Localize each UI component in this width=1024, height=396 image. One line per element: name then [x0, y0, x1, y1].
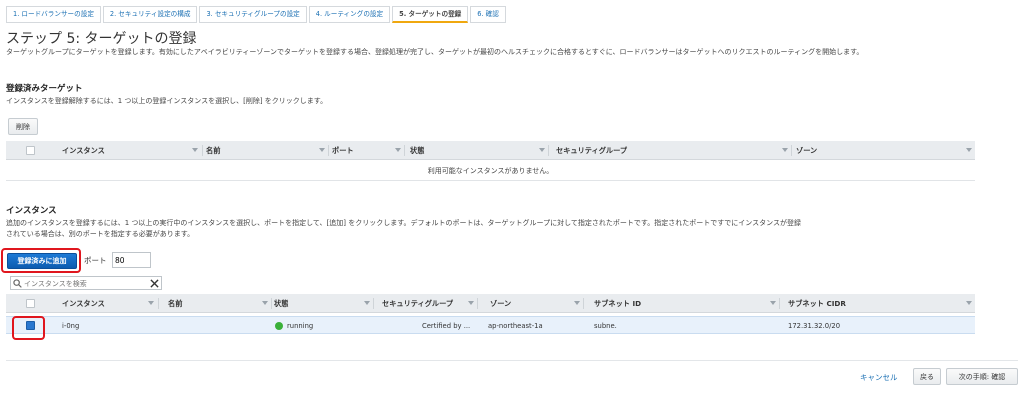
col-name[interactable]: 名前 [206, 141, 220, 160]
wizard-step-5[interactable]: 5. ターゲットの登録 [392, 6, 469, 23]
col-state[interactable]: 状態 [274, 294, 288, 313]
instances-table-header: インスタンス 名前 状態 セキュリティグループ ゾーン サブネット ID サブネ… [6, 294, 975, 313]
col-zone[interactable]: ゾーン [796, 141, 817, 160]
sort-icon[interactable] [468, 301, 474, 305]
sort-icon[interactable] [770, 301, 776, 305]
instances-description-line1: 追加のインスタンスを登録するには、1 つ以上の実行中のインスタンスを選択し、ポー… [6, 219, 802, 227]
page-description: ターゲットグループにターゲットを登録します。有効にしたアベイラビリティーゾーンで… [6, 48, 864, 56]
port-label: ポート [84, 256, 107, 265]
cell-subnet-cidr: 172.31.32.0/20 [788, 322, 841, 330]
instance-search-input[interactable] [24, 278, 144, 289]
registered-targets-description: インスタンスを登録解除するには、1 つ以上の登録インスタンスを選択し、[削除] … [6, 97, 328, 105]
sort-icon[interactable] [966, 301, 972, 305]
search-icon [13, 279, 22, 288]
col-instance[interactable]: インスタンス [62, 141, 105, 160]
wizard-step-1[interactable]: 1. ロードバランサーの設定 [6, 6, 101, 23]
wizard-step-3[interactable]: 3. セキュリティグループの設定 [199, 6, 307, 23]
select-all-registered-checkbox[interactable] [26, 146, 35, 155]
clear-search-icon[interactable] [150, 279, 159, 288]
next-review-button[interactable]: 次の手順: 確認 [946, 368, 1018, 385]
sort-icon[interactable] [319, 148, 325, 152]
table-row[interactable]: i-0ng running Certified by ... ap-northe… [6, 316, 975, 334]
registered-targets-table: インスタンス 名前 ポート 状態 セキュリティグループ ゾーン 利用可能なインス… [6, 141, 975, 181]
sort-icon[interactable] [364, 301, 370, 305]
page-title: ステップ 5: ターゲットの登録 [6, 31, 197, 47]
back-button[interactable]: 戻る [913, 368, 941, 385]
wizard-step-2[interactable]: 2. セキュリティ設定の構成 [102, 6, 198, 23]
wizard-step-4[interactable]: 4. ルーティングの設定 [308, 6, 391, 23]
wizard-step-6[interactable]: 6. 確認 [470, 6, 506, 23]
col-state[interactable]: 状態 [410, 141, 424, 160]
cell-zone: ap-northeast-1a [488, 322, 543, 330]
instances-heading: インスタンス [6, 206, 57, 216]
cell-subnet-id: subne. [594, 322, 617, 330]
col-port[interactable]: ポート [332, 141, 354, 160]
col-zone[interactable]: ゾーン [490, 294, 511, 313]
sort-icon[interactable] [574, 301, 580, 305]
col-name[interactable]: 名前 [168, 294, 182, 313]
remove-button[interactable]: 削除 [8, 118, 38, 135]
sort-icon[interactable] [192, 148, 198, 152]
port-input[interactable] [112, 252, 151, 268]
instances-table: インスタンス 名前 状態 セキュリティグループ ゾーン サブネット ID サブネ… [6, 294, 975, 336]
registered-table-header: インスタンス 名前 ポート 状態 セキュリティグループ ゾーン [6, 141, 975, 160]
col-instance[interactable]: インスタンス [62, 294, 105, 313]
col-subnet-id[interactable]: サブネット ID [594, 294, 641, 313]
footer-divider [6, 360, 1018, 361]
cell-instance: i-0ng [62, 322, 80, 330]
cell-security-group: Certified by ... [422, 322, 471, 330]
select-all-instances-checkbox[interactable] [26, 299, 35, 308]
row-checkbox-highlight [12, 316, 45, 340]
instance-search-box[interactable] [10, 276, 162, 290]
cancel-link[interactable]: キャンセル [860, 372, 898, 383]
col-subnet-cidr[interactable]: サブネット CIDR [788, 294, 846, 313]
sort-icon[interactable] [262, 301, 268, 305]
col-security-group[interactable]: セキュリティグループ [556, 141, 627, 160]
col-security-group[interactable]: セキュリティグループ [382, 294, 453, 313]
sort-icon[interactable] [782, 148, 788, 152]
sort-icon[interactable] [966, 148, 972, 152]
add-to-registered-button[interactable]: 登録済みに追加 [7, 253, 77, 269]
empty-message: 利用可能なインスタンスがありません。 [427, 167, 554, 175]
wizard-steps: 1. ロードバランサーの設定 2. セキュリティ設定の構成 3. セキュリティグ… [6, 6, 506, 23]
sort-icon[interactable] [148, 301, 154, 305]
instances-description-line2: されている場合は、別のポートを指定する必要があります。 [6, 230, 195, 238]
cell-state: running [287, 322, 314, 330]
sort-icon[interactable] [395, 148, 401, 152]
running-status-icon [275, 322, 283, 330]
sort-icon[interactable] [539, 148, 545, 152]
registered-targets-heading: 登録済みターゲット [6, 84, 83, 94]
